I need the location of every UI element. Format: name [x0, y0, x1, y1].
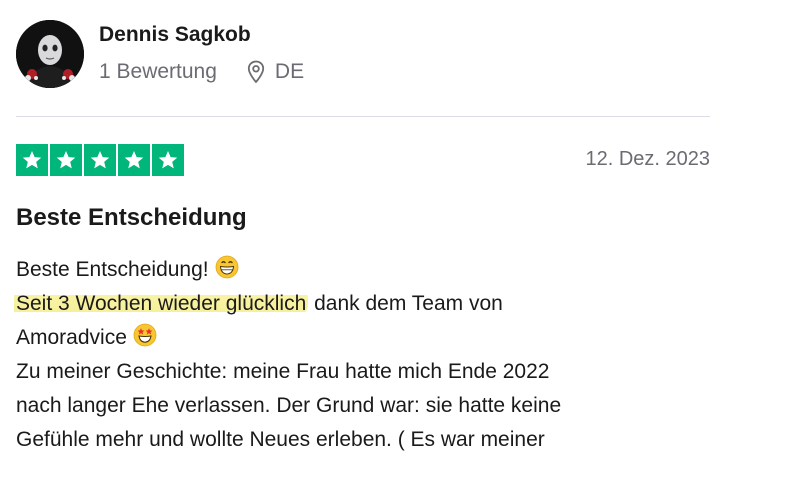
star-icon [152, 144, 184, 176]
review-line: Beste Entscheidung! [16, 253, 716, 287]
location-pin-icon [247, 60, 265, 84]
text-highlight: Seit 3 Wochen wieder glücklich [14, 292, 309, 315]
star-icon [84, 144, 116, 176]
star-icon [50, 144, 82, 176]
star-rating [16, 144, 184, 176]
review-text: dank dem Team von [308, 292, 503, 315]
grinning-face-emoji-icon [215, 255, 239, 279]
author-country: DE [274, 60, 305, 83]
review-line: Gefühle mehr und wollte Neues erleben. (… [16, 428, 545, 451]
person-avatar-icon [16, 20, 84, 88]
review-text: Amoradvice [16, 326, 127, 349]
divider [16, 116, 710, 117]
review-line: nach langer Ehe verlassen. Der Grund war… [16, 394, 562, 417]
star-icon [118, 144, 150, 176]
review-text: Beste Entscheidung! [16, 258, 209, 281]
author-meta: 1 Bewertung DE [99, 60, 304, 84]
review-count: 1 Bewertung [99, 60, 217, 83]
review-line: Zu meiner Geschichte: meine Frau hatte m… [16, 360, 550, 383]
review-title[interactable]: Beste Entscheidung [16, 204, 247, 232]
review-line: Seit 3 Wochen wieder glücklich dank dem … [14, 287, 716, 321]
avatar[interactable] [16, 20, 84, 88]
review-body: Beste Entscheidung! Seit 3 Wochen wieder… [14, 253, 716, 457]
star-struck-emoji-icon [133, 323, 157, 347]
star-icon [16, 144, 48, 176]
review-date: 12. Dez. 2023 [585, 148, 710, 170]
review-line: Amoradvice [16, 321, 716, 355]
review-card: Dennis Sagkob 1 Bewertung DE 12. Dez. 20… [0, 0, 800, 500]
author-name[interactable]: Dennis Sagkob [99, 23, 251, 47]
